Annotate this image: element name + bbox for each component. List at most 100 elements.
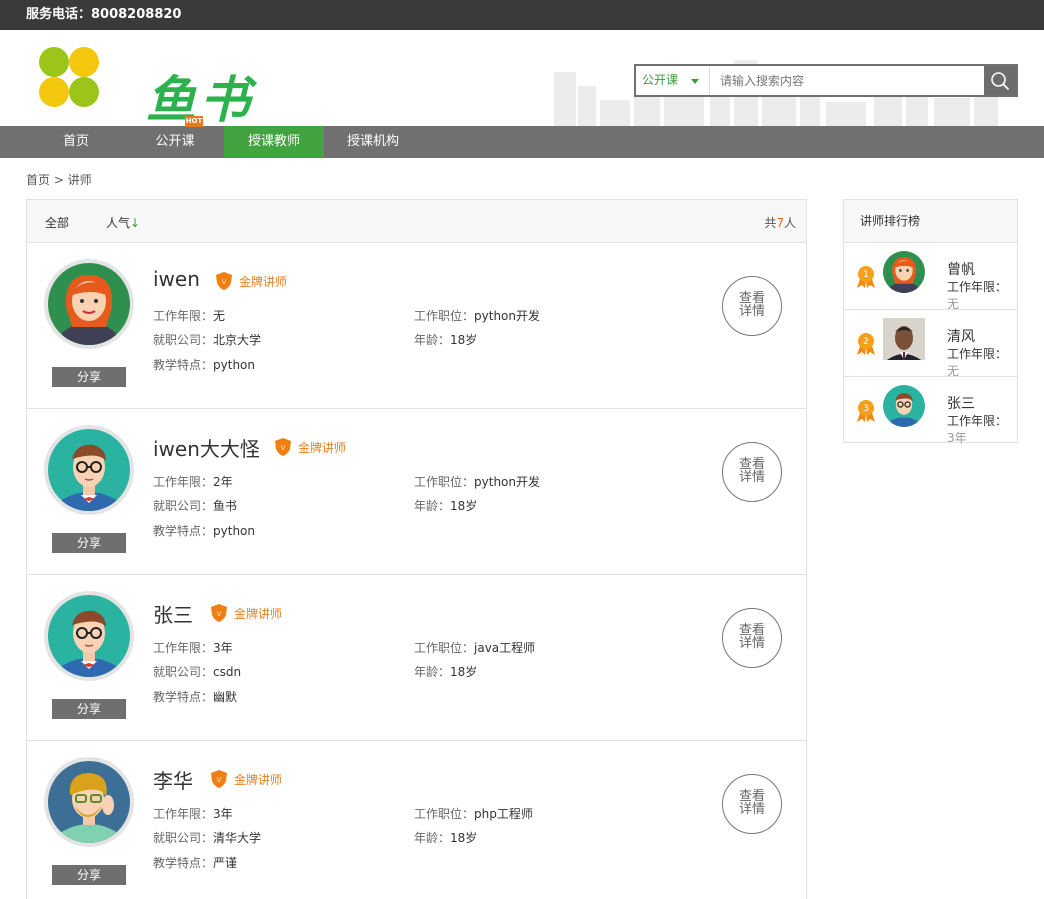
nav-item-open-courses[interactable]: 公开课 — [126, 126, 224, 158]
details-line2: 详情 — [738, 304, 765, 319]
age: 年龄：18岁 — [414, 331, 477, 348]
feature-label: 教学特点： — [153, 524, 214, 538]
ranking-name: 张三 — [947, 396, 975, 412]
view-details-button[interactable]: 查看 详情 — [722, 608, 782, 668]
ranking-name: 曾帆 — [947, 262, 975, 278]
avatar[interactable] — [44, 591, 134, 681]
ranking-avatar-man-glasses — [883, 385, 925, 427]
main-nav: 首页 公开课 HOT 授课教师 授课机构 — [0, 116, 1044, 158]
work-position-label: 工作职位： — [414, 309, 475, 323]
badge-label: 金牌讲师 — [234, 772, 283, 787]
total-suffix: 人 — [783, 216, 796, 230]
work-years-value: 无 — [213, 309, 226, 323]
details-line2: 详情 — [738, 636, 765, 651]
teacher-name[interactable]: iwen大大怪 — [153, 433, 260, 462]
search-type-select[interactable]: 公开课 — [636, 66, 710, 95]
ranking-years-label: 工作年限： — [947, 347, 1008, 361]
avatar[interactable] — [44, 425, 134, 515]
teacher-avatar-man-glasses — [48, 429, 130, 511]
search-input[interactable] — [710, 66, 984, 95]
total-prefix: 共 — [764, 216, 777, 230]
filter-all[interactable]: 全部 — [45, 214, 69, 231]
nav-item-institutions[interactable]: 授课机构 — [324, 126, 422, 158]
view-details-button[interactable]: 查看 详情 — [722, 276, 782, 336]
share-button[interactable]: 分享 — [52, 865, 126, 885]
hot-badge: HOT — [185, 116, 203, 127]
badge-label: 金牌讲师 — [239, 274, 288, 289]
ranking-years-label: 工作年限： — [947, 414, 1008, 428]
logo-clover-icon — [39, 47, 99, 107]
teacher-ranking: 讲师排行榜 1 曾帆 工作年限： 无 2 清风 工作年限： 无 3 张三 工作年… — [843, 199, 1018, 444]
medal-icon: 1 — [857, 266, 875, 288]
work-years-value: 3年 — [213, 641, 233, 655]
age-value: 18岁 — [450, 831, 478, 845]
ranking-item[interactable]: 2 清风 工作年限： 无 — [844, 310, 1017, 377]
filter-popularity-label: 人气 — [106, 216, 131, 230]
nav-item-teachers[interactable]: 授课教师 — [224, 126, 324, 158]
work-position: 工作职位：python开发 — [414, 307, 540, 324]
ranking-item[interactable]: 1 曾帆 工作年限： 无 — [844, 243, 1017, 310]
view-details-button[interactable]: 查看 详情 — [722, 442, 782, 502]
feature-label: 教学特点： — [153, 358, 214, 372]
teacher-row: 分享 iwen V 金牌讲师 工作年限：无 工作职位：python开发 就职公司… — [27, 243, 806, 409]
company: 就职公司：鱼书 — [153, 497, 237, 514]
site-logo[interactable]: 鱼书 — [36, 46, 266, 126]
chevron-down-icon — [691, 79, 699, 84]
age-label: 年龄： — [414, 333, 451, 347]
company-value: 北京大学 — [213, 333, 262, 347]
work-position-value: java工程师 — [474, 641, 536, 655]
view-details-button[interactable]: 查看 详情 — [722, 774, 782, 834]
teacher-avatar-man-glasses — [48, 595, 130, 677]
gold-teacher-badge: V 金牌讲师 — [210, 603, 282, 623]
gold-teacher-badge: V 金牌讲师 — [210, 769, 282, 789]
breadcrumb[interactable]: 首页 > 讲师 — [26, 171, 92, 188]
age-value: 18岁 — [450, 499, 478, 513]
work-position: 工作职位：python开发 — [414, 473, 540, 490]
ranking-item[interactable]: 3 张三 工作年限： 3年 — [844, 377, 1017, 444]
shield-icon: V — [275, 438, 291, 456]
avatar[interactable] — [44, 259, 134, 349]
avatar[interactable] — [883, 385, 925, 427]
work-years-label: 工作年限： — [153, 807, 214, 821]
feature-label: 教学特点： — [153, 856, 214, 870]
badge-label: 金牌讲师 — [234, 606, 283, 621]
age: 年龄：18岁 — [414, 663, 477, 680]
avatar[interactable] — [883, 251, 925, 293]
teaching-feature: 教学特点：python — [153, 522, 255, 539]
search-button[interactable] — [984, 66, 1016, 95]
teacher-name[interactable]: 张三 — [153, 599, 193, 628]
teaching-feature: 教学特点：幽默 — [153, 688, 237, 705]
shield-icon: V — [216, 272, 232, 290]
rank-number: 1 — [863, 270, 869, 280]
nav-item-home[interactable]: 首页 — [26, 126, 126, 158]
company: 就职公司：csdn — [153, 663, 241, 680]
teacher-avatar-man-beard — [48, 761, 130, 843]
ranking-years-value: 无 — [947, 364, 960, 377]
avatar[interactable] — [44, 757, 134, 847]
work-years: 工作年限：2年 — [153, 473, 233, 490]
total-count: 7 — [776, 216, 784, 230]
work-position-value: python开发 — [474, 309, 540, 323]
teacher-name[interactable]: 李华 — [153, 765, 193, 794]
age-label: 年龄： — [414, 499, 451, 513]
gold-teacher-badge: V 金牌讲师 — [274, 437, 346, 457]
gold-teacher-badge: V 金牌讲师 — [215, 271, 287, 291]
work-position-value: python开发 — [474, 475, 540, 489]
company-value: csdn — [213, 665, 242, 679]
rank-number: 2 — [863, 337, 869, 347]
work-years-value: 3年 — [213, 807, 233, 821]
share-button[interactable]: 分享 — [52, 533, 126, 553]
company-label: 就职公司： — [153, 499, 214, 513]
filter-popularity[interactable]: 人气↓ — [106, 214, 140, 231]
teacher-name[interactable]: iwen — [153, 267, 200, 291]
share-button[interactable]: 分享 — [52, 367, 126, 387]
search-icon — [991, 71, 1010, 90]
work-years-label: 工作年限： — [153, 475, 214, 489]
work-position-label: 工作职位： — [414, 807, 475, 821]
age: 年龄：18岁 — [414, 829, 477, 846]
avatar[interactable] — [883, 318, 925, 360]
company-label: 就职公司： — [153, 831, 214, 845]
ranking-avatar-woman — [883, 251, 925, 293]
teacher-row: 分享 李华 V 金牌讲师 工作年限：3年 工作职位：php工程师 就职公司：清华… — [27, 741, 806, 899]
share-button[interactable]: 分享 — [52, 699, 126, 719]
